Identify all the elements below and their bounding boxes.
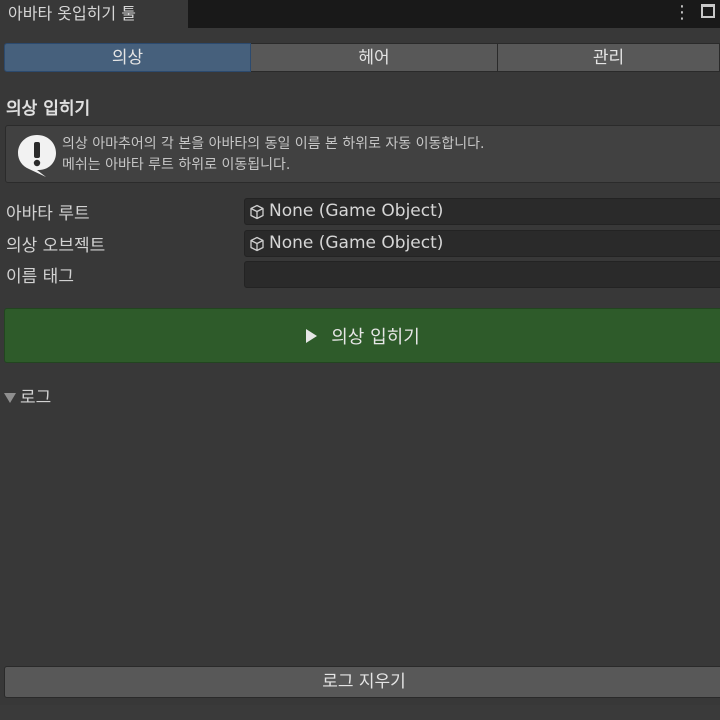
- window-title-tab[interactable]: 아바타 옷입히기 툴: [0, 0, 188, 28]
- exclamation-speech-icon: [18, 135, 56, 177]
- log-foldout[interactable]: 로그: [4, 383, 51, 408]
- outfit-object-field[interactable]: None (Game Object): [244, 230, 720, 257]
- section-title: 의상 입히기: [6, 99, 91, 119]
- tab-outfit[interactable]: 의상: [4, 43, 251, 72]
- log-title: 로그: [20, 388, 52, 408]
- window-titlebar: 아바타 옷입히기 툴 ⋮: [0, 0, 720, 28]
- clear-log-button[interactable]: 로그 지우기: [4, 666, 720, 698]
- outfit-object-label: 의상 오브젝트: [6, 236, 106, 256]
- play-icon: [306, 328, 318, 343]
- cube-icon: [250, 236, 264, 252]
- name-tag-label: 이름 태그: [6, 267, 74, 287]
- avatar-root-field[interactable]: None (Game Object): [244, 198, 720, 225]
- bottom-strip: [0, 705, 720, 720]
- tab-hair[interactable]: 헤어: [251, 43, 498, 72]
- foldout-arrow-icon: [4, 393, 16, 403]
- tab-bar: 의상 헤어 관리: [4, 43, 720, 72]
- apply-outfit-button[interactable]: 의상 입히기: [4, 308, 720, 363]
- avatar-root-label: 아바타 루트: [6, 204, 90, 224]
- apply-outfit-content: 의상 입히기: [5, 309, 720, 362]
- tab-manage[interactable]: 관리: [498, 43, 720, 72]
- help-box: 의상 아마추어의 각 본을 아바타의 동일 이름 본 하위로 자동 이동합니다.…: [5, 125, 720, 183]
- help-line-2: 메쉬는 아바타 루트 하위로 이동됩니다.: [62, 157, 291, 173]
- maximize-icon[interactable]: [701, 4, 715, 18]
- name-tag-input[interactable]: [244, 261, 720, 288]
- outfit-object-value: None (Game Object): [269, 233, 444, 253]
- avatar-root-value: None (Game Object): [269, 201, 444, 221]
- cube-icon: [250, 204, 264, 220]
- kebab-menu-icon[interactable]: ⋮: [672, 2, 692, 24]
- help-text: 의상 아마추어의 각 본을 아바타의 동일 이름 본 하위로 자동 이동합니다.…: [62, 134, 484, 176]
- help-line-1: 의상 아마추어의 각 본을 아바타의 동일 이름 본 하위로 자동 이동합니다.: [62, 136, 485, 152]
- apply-outfit-label: 의상 입히기: [331, 326, 420, 348]
